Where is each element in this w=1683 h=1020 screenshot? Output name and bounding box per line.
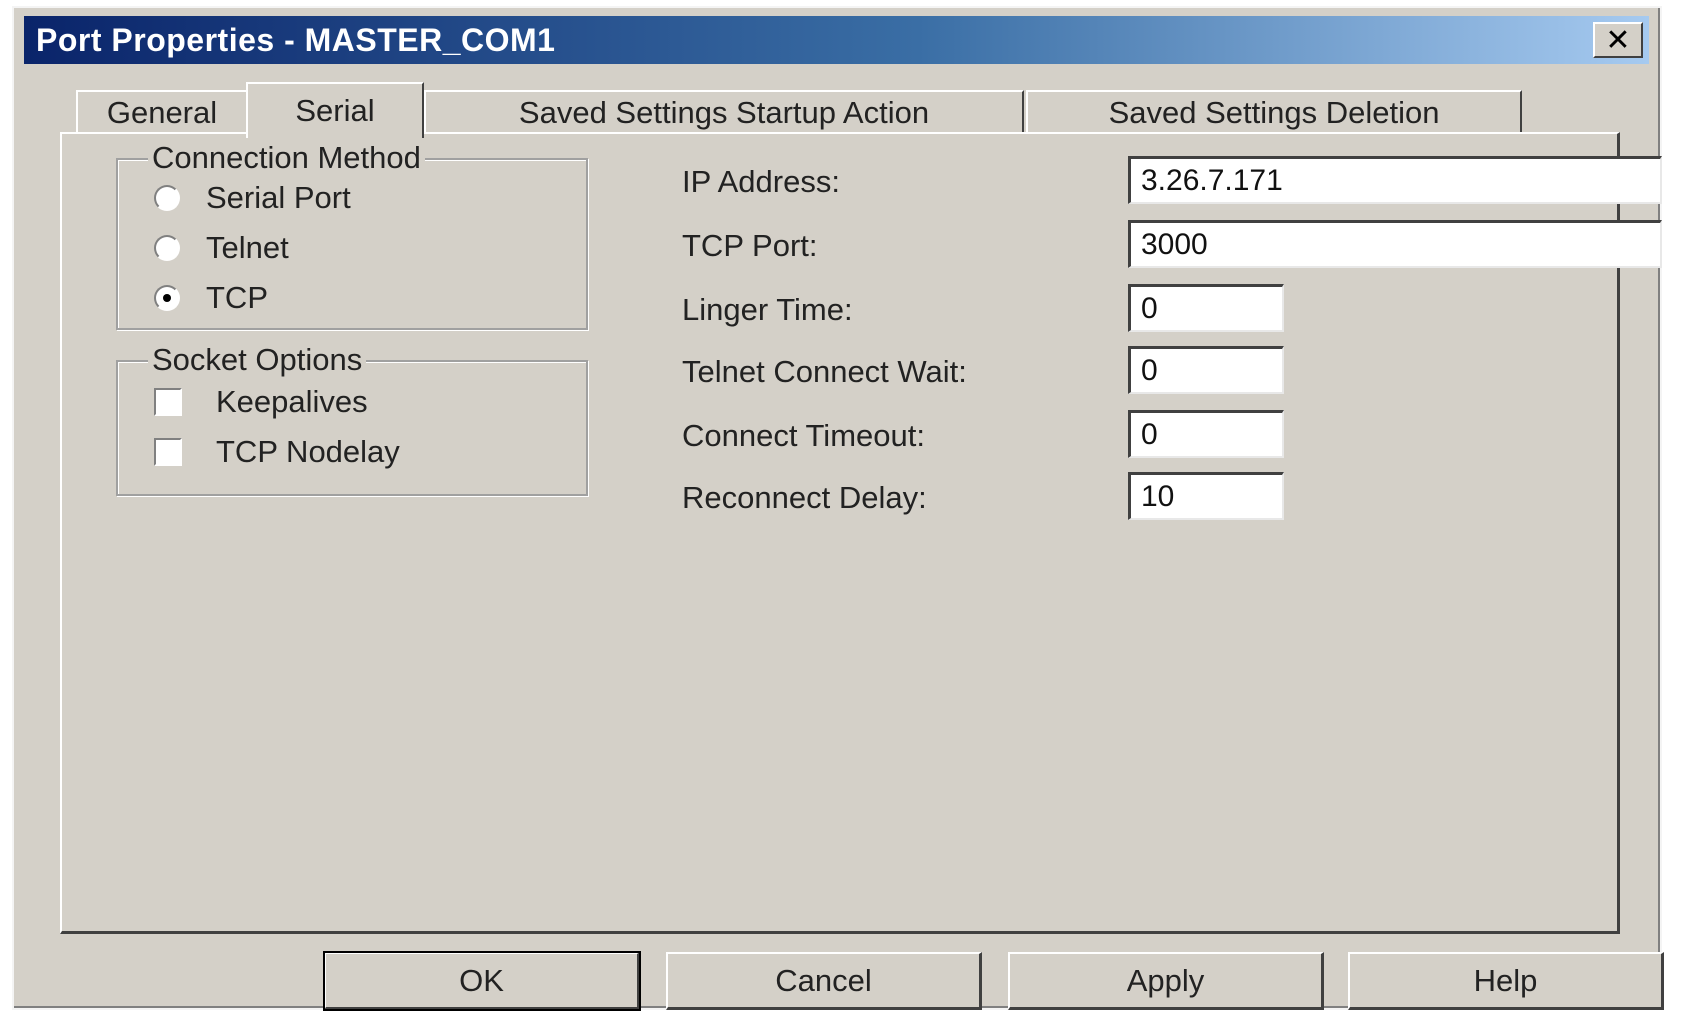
tcp-port-input[interactable] (1128, 220, 1662, 268)
reconnect-delay-input[interactable] (1128, 472, 1284, 520)
radio-serial-port[interactable]: Serial Port (154, 180, 351, 216)
checkbox-tcp-nodelay[interactable]: TCP Nodelay (154, 434, 400, 470)
telnet-connect-wait-input[interactable] (1128, 346, 1284, 394)
reconnect-delay-label: Reconnect Delay: (682, 480, 927, 515)
radio-label: Serial Port (206, 180, 351, 215)
radio-label: Telnet (206, 230, 289, 265)
ip-address-input[interactable] (1128, 156, 1662, 204)
close-icon: ✕ (1605, 23, 1631, 57)
radio-checked-icon (154, 285, 180, 311)
radio-label: TCP (206, 280, 268, 315)
socket-options-group: Socket Options Keepalives TCP Nodelay (116, 342, 588, 496)
connection-method-group: Connection Method Serial Port Telnet TCP (116, 140, 588, 330)
connect-timeout-input[interactable] (1128, 410, 1284, 458)
cancel-button[interactable]: Cancel (666, 952, 982, 1010)
tab-serial[interactable]: Serial (246, 82, 424, 138)
linger-time-input[interactable] (1128, 284, 1284, 332)
linger-time-label: Linger Time: (682, 292, 853, 327)
radio-telnet[interactable]: Telnet (154, 230, 289, 266)
checkbox-keepalives[interactable]: Keepalives (154, 384, 368, 420)
close-button[interactable]: ✕ (1593, 22, 1643, 58)
tab-saved-settings-deletion[interactable]: Saved Settings Deletion (1026, 90, 1522, 134)
socket-options-title: Socket Options (148, 342, 367, 378)
radio-tcp[interactable]: TCP (154, 280, 268, 316)
checkbox-icon (154, 388, 182, 416)
ip-address-label: IP Address: (682, 164, 840, 199)
window-title: Port Properties - MASTER_COM1 (36, 21, 556, 58)
serial-tab-panel: Connection Method Serial Port Telnet TCP… (60, 132, 1662, 934)
ok-button[interactable]: OK (323, 951, 641, 1011)
radio-icon (154, 235, 180, 261)
telnet-connect-wait-label: Telnet Connect Wait: (682, 354, 967, 389)
checkbox-icon (154, 438, 182, 466)
connect-timeout-label: Connect Timeout: (682, 418, 925, 453)
tcp-port-label: TCP Port: (682, 228, 818, 263)
help-button[interactable]: Help (1348, 952, 1664, 1010)
apply-button[interactable]: Apply (1008, 952, 1324, 1010)
radio-icon (154, 185, 180, 211)
checkbox-label: TCP Nodelay (216, 434, 400, 469)
tab-general[interactable]: General (76, 90, 248, 134)
checkbox-label: Keepalives (216, 384, 368, 419)
title-bar[interactable]: Port Properties - MASTER_COM1 ✕ (24, 16, 1649, 64)
tab-saved-settings-startup-action[interactable]: Saved Settings Startup Action (424, 90, 1024, 134)
connection-method-title: Connection Method (148, 140, 425, 176)
port-properties-dialog: Port Properties - MASTER_COM1 ✕ General … (12, 6, 1664, 1011)
